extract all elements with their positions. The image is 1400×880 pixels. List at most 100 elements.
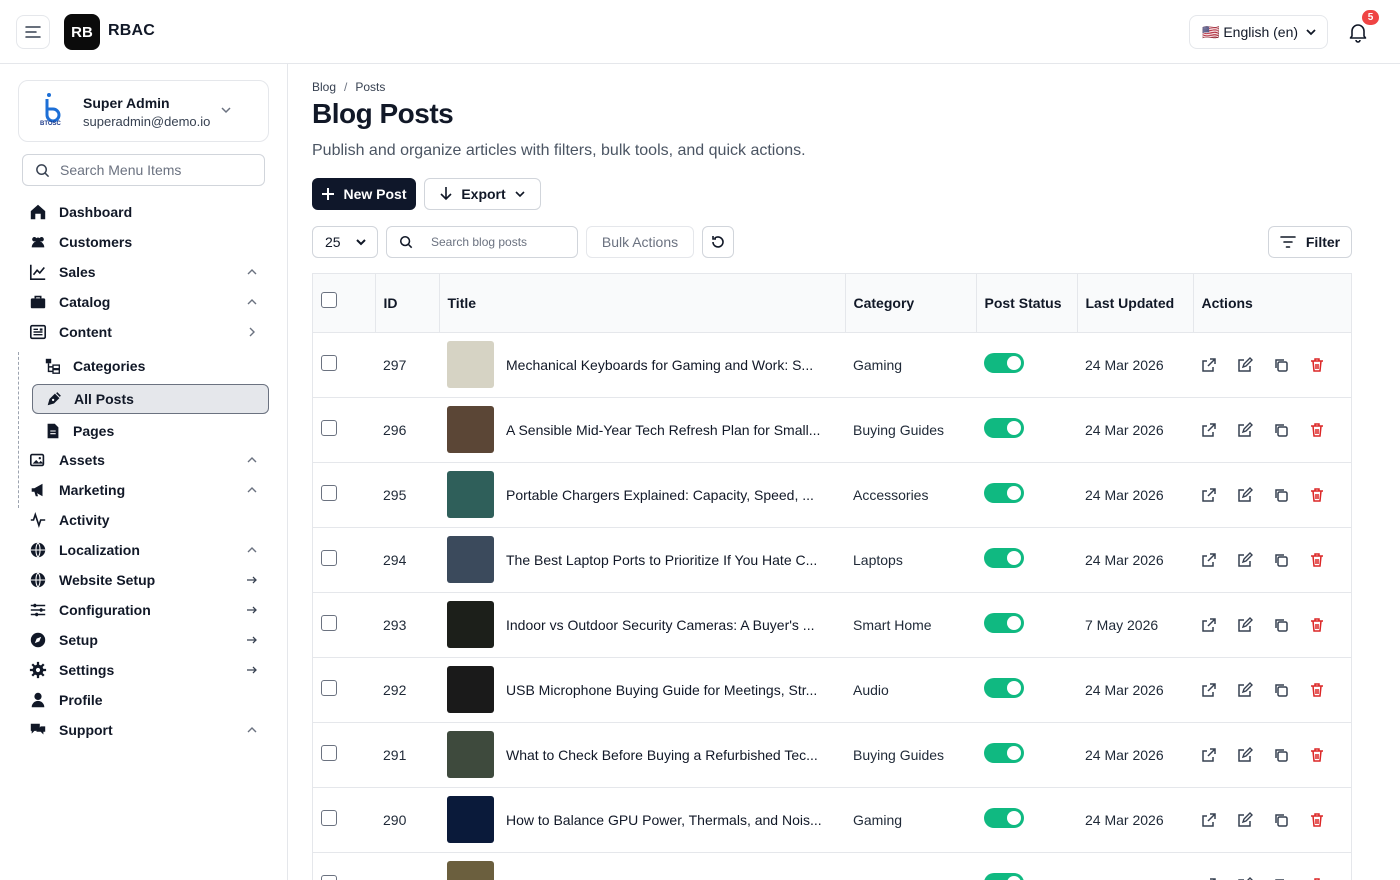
id-header[interactable]: ID (375, 274, 440, 333)
post-status-toggle[interactable] (984, 353, 1024, 373)
post-status-toggle[interactable] (984, 678, 1024, 698)
sidebar-item-marketing[interactable]: Marketing (28, 477, 268, 503)
post-status-toggle[interactable] (984, 873, 1024, 880)
row-checkbox[interactable] (321, 485, 337, 501)
trash-icon[interactable] (1309, 487, 1325, 503)
menu-search-input[interactable]: Search Menu Items (22, 154, 265, 186)
category-header[interactable]: Category (845, 274, 977, 333)
user-card[interactable]: BTOSC Super Admin superadmin@demo.io (18, 80, 269, 142)
post-thumbnail[interactable] (447, 731, 494, 778)
trash-icon[interactable] (1309, 422, 1325, 438)
per-page-select[interactable]: 25 (312, 226, 378, 258)
external-link-icon[interactable] (1201, 812, 1217, 828)
edit-icon[interactable] (1237, 551, 1253, 568)
sidebar-item-localization[interactable]: Localization (28, 537, 268, 563)
post-title[interactable]: A Simple Starter Plan for Building a Sma… (506, 877, 807, 880)
post-thumbnail[interactable] (447, 601, 494, 648)
edit-icon[interactable] (1237, 681, 1253, 698)
sidebar-item-configuration[interactable]: Configuration (28, 597, 268, 623)
table-row[interactable]: 297 Mechanical Keyboards for Gaming and W… (313, 332, 1351, 398)
edit-icon[interactable] (1237, 746, 1253, 763)
sidebar-subitem-categories[interactable]: Categories (32, 351, 269, 381)
sidebar-item-content[interactable]: Content (28, 319, 268, 345)
post-thumbnail[interactable] (447, 536, 494, 583)
sidebar-item-settings[interactable]: Settings (28, 657, 268, 683)
updated-header[interactable]: Last Updated (1077, 274, 1194, 333)
row-checkbox[interactable] (321, 745, 337, 761)
post-status-toggle[interactable] (984, 743, 1024, 763)
sidebar-item-catalog[interactable]: Catalog (28, 289, 268, 315)
external-link-icon[interactable] (1201, 422, 1217, 438)
table-row[interactable]: 296 A Sensible Mid-Year Tech Refresh Plan… (313, 397, 1351, 463)
table-row[interactable]: 289 A Simple Starter Plan for Building a … (313, 852, 1351, 880)
post-title[interactable]: A Sensible Mid-Year Tech Refresh Plan fo… (506, 422, 820, 438)
edit-icon[interactable] (1237, 356, 1253, 373)
filter-button[interactable]: Filter (1268, 226, 1352, 258)
sidebar-item-sales[interactable]: Sales (28, 259, 268, 285)
row-checkbox[interactable] (321, 355, 337, 371)
edit-icon[interactable] (1237, 616, 1253, 633)
edit-icon[interactable] (1237, 486, 1253, 503)
post-thumbnail[interactable] (447, 666, 494, 713)
external-link-icon[interactable] (1201, 682, 1217, 698)
row-checkbox[interactable] (321, 810, 337, 826)
breadcrumb-blog[interactable]: Blog (312, 80, 336, 94)
post-title[interactable]: Indoor vs Outdoor Security Cameras: A Bu… (506, 617, 814, 633)
duplicate-icon[interactable] (1273, 877, 1289, 880)
table-row[interactable]: 293 Indoor vs Outdoor Security Cameras: A… (313, 592, 1351, 658)
external-link-icon[interactable] (1201, 617, 1217, 633)
trash-icon[interactable] (1309, 617, 1325, 633)
duplicate-icon[interactable] (1273, 617, 1289, 633)
export-button[interactable]: Export (424, 178, 541, 210)
post-status-toggle[interactable] (984, 483, 1024, 503)
post-thumbnail[interactable] (447, 471, 494, 518)
sidebar-item-setup[interactable]: Setup (28, 627, 268, 653)
post-status-toggle[interactable] (984, 418, 1024, 438)
title-header[interactable]: Title (439, 274, 846, 333)
external-link-icon[interactable] (1201, 747, 1217, 763)
external-link-icon[interactable] (1201, 487, 1217, 503)
refresh-button[interactable] (702, 226, 734, 258)
post-thumbnail[interactable] (447, 861, 494, 880)
post-title[interactable]: The Best Laptop Ports to Prioritize If Y… (506, 552, 817, 568)
sidebar-subitem-all-posts[interactable]: All Posts (32, 384, 269, 414)
chevron-down-icon[interactable] (219, 103, 233, 117)
post-title[interactable]: Portable Chargers Explained: Capacity, S… (506, 487, 814, 503)
duplicate-icon[interactable] (1273, 682, 1289, 698)
status-header[interactable]: Post Status (976, 274, 1078, 333)
duplicate-icon[interactable] (1273, 487, 1289, 503)
row-checkbox[interactable] (321, 420, 337, 436)
post-title[interactable]: USB Microphone Buying Guide for Meetings… (506, 682, 817, 698)
duplicate-icon[interactable] (1273, 747, 1289, 763)
menu-toggle-button[interactable] (16, 15, 50, 49)
sidebar-item-customers[interactable]: Customers (28, 229, 268, 255)
select-all-checkbox[interactable] (321, 292, 337, 309)
table-row[interactable]: 295 Portable Chargers Explained: Capacity… (313, 462, 1351, 528)
external-link-icon[interactable] (1201, 357, 1217, 373)
post-title[interactable]: Mechanical Keyboards for Gaming and Work… (506, 357, 813, 373)
post-thumbnail[interactable] (447, 406, 494, 453)
edit-icon[interactable] (1237, 876, 1253, 880)
post-thumbnail[interactable] (447, 796, 494, 843)
row-checkbox[interactable] (321, 875, 337, 880)
post-status-toggle[interactable] (984, 613, 1024, 633)
sidebar-subitem-pages[interactable]: Pages (32, 416, 269, 446)
duplicate-icon[interactable] (1273, 812, 1289, 828)
table-row[interactable]: 291 What to Check Before Buying a Refurbi… (313, 722, 1351, 788)
trash-icon[interactable] (1309, 552, 1325, 568)
app-title[interactable]: RBAC (108, 22, 155, 40)
app-logo[interactable]: RB (64, 14, 100, 50)
edit-icon[interactable] (1237, 421, 1253, 438)
post-status-toggle[interactable] (984, 548, 1024, 568)
trash-icon[interactable] (1309, 877, 1325, 880)
trash-icon[interactable] (1309, 747, 1325, 763)
bulk-actions-button[interactable]: Bulk Actions (586, 226, 694, 258)
duplicate-icon[interactable] (1273, 552, 1289, 568)
sidebar-item-assets[interactable]: Assets (28, 447, 268, 473)
duplicate-icon[interactable] (1273, 422, 1289, 438)
row-checkbox[interactable] (321, 615, 337, 631)
table-row[interactable]: 290 How to Balance GPU Power, Thermals, a… (313, 787, 1351, 853)
trash-icon[interactable] (1309, 682, 1325, 698)
sidebar-item-profile[interactable]: Profile (28, 687, 268, 713)
post-search-input[interactable]: Search blog posts (386, 226, 578, 258)
